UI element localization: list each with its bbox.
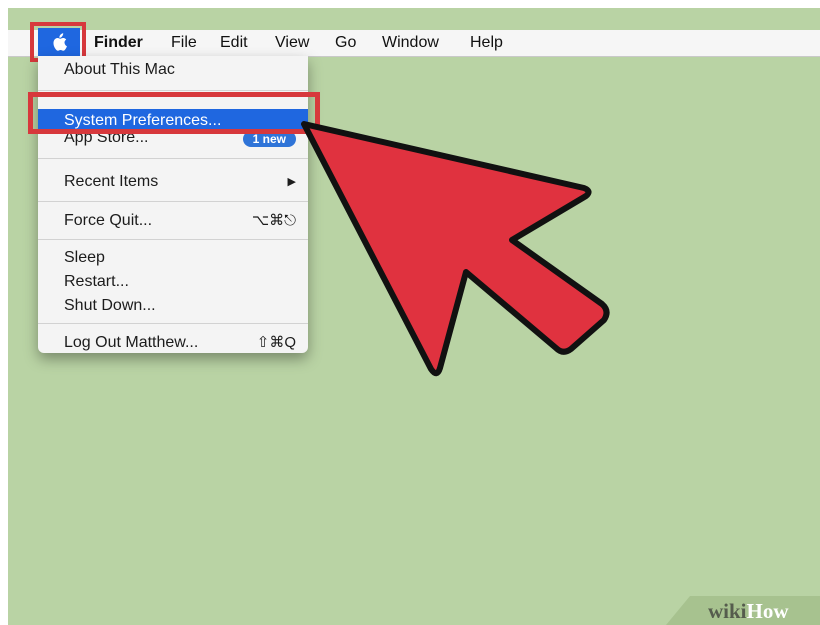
pointer-arrow-icon xyxy=(301,121,610,377)
wikihow-watermark: wikiHow xyxy=(708,599,789,624)
watermark-how: How xyxy=(746,599,789,623)
watermark-wiki: wiki xyxy=(708,599,747,623)
desktop: Finder File Edit View Go Window Help Abo… xyxy=(8,8,820,625)
